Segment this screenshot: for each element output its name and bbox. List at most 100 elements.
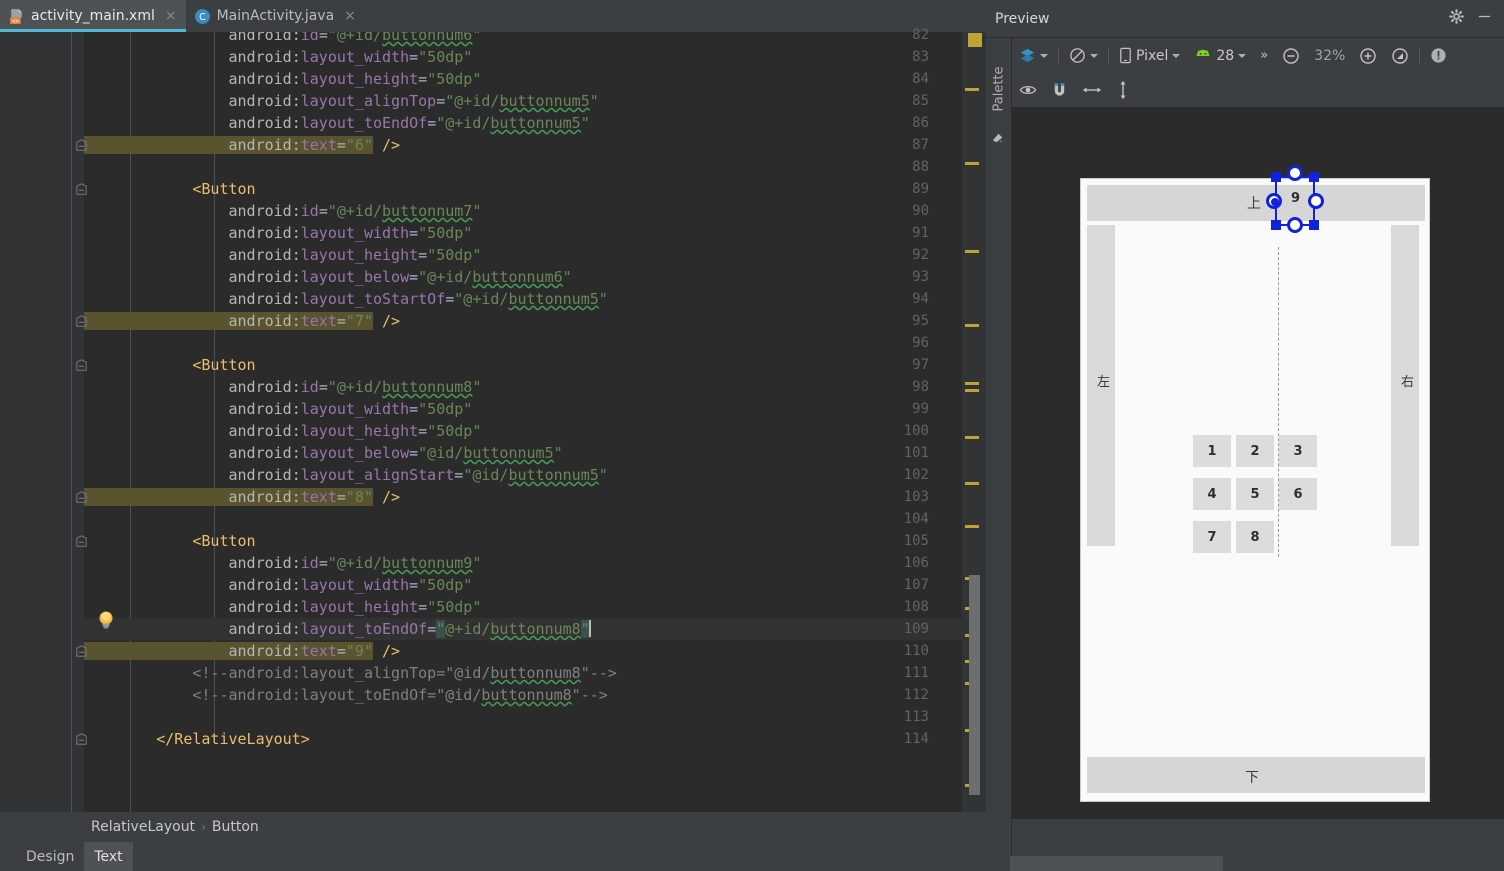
autoconnect-button[interactable] bbox=[1044, 77, 1075, 103]
preview-button-top[interactable]: 上 bbox=[1247, 193, 1261, 213]
code-line[interactable]: android:layout_toEndOf="@+id/buttonnum8" bbox=[84, 618, 591, 640]
code-line[interactable]: android:layout_height="50dp" bbox=[84, 596, 481, 618]
tab-close-icon[interactable]: × bbox=[344, 8, 356, 24]
code-line[interactable]: android:text="9" /> bbox=[84, 640, 400, 662]
zoom-out-button[interactable] bbox=[1275, 43, 1307, 69]
vertical-margin-button[interactable] bbox=[1109, 77, 1137, 103]
code-line[interactable]: android:layout_toStartOf="@+id/buttonnum… bbox=[84, 288, 607, 310]
warning-marker[interactable] bbox=[965, 525, 979, 528]
code-line[interactable]: android:layout_width="50dp" bbox=[84, 222, 472, 244]
api-level-selector[interactable]: 28 bbox=[1187, 43, 1253, 69]
preview-button-bottom[interactable]: 下 bbox=[1245, 767, 1259, 787]
palette-label[interactable]: Palette bbox=[992, 52, 1007, 111]
tab-text[interactable]: Text bbox=[84, 842, 133, 871]
code-line[interactable]: android:id="@+id/buttonnum9" bbox=[84, 552, 481, 574]
warning-marker[interactable] bbox=[965, 88, 979, 91]
editor-vertical-scrollbar[interactable] bbox=[969, 575, 980, 795]
fold-marker-icon[interactable] bbox=[76, 134, 89, 156]
warning-marker[interactable] bbox=[965, 436, 979, 439]
zoom-fit-button[interactable] bbox=[1384, 43, 1416, 69]
resize-handle-bottom-right[interactable] bbox=[1309, 220, 1319, 230]
code-line[interactable]: android:layout_height="50dp" bbox=[84, 68, 481, 90]
tab-design[interactable]: Design bbox=[16, 842, 84, 871]
code-line[interactable]: android:layout_toEndOf="@+id/buttonnum5" bbox=[84, 112, 589, 134]
preview-button-4[interactable]: 4 bbox=[1193, 478, 1231, 510]
zoom-in-button[interactable] bbox=[1352, 43, 1384, 69]
resize-handle-bottom-left[interactable] bbox=[1271, 220, 1281, 230]
preview-button-6[interactable]: 6 bbox=[1279, 478, 1317, 510]
device-preview[interactable]: 上 左 右 下 123 456 78 bbox=[1080, 178, 1430, 802]
fold-marker-icon[interactable] bbox=[76, 178, 89, 200]
warning-marker[interactable] bbox=[965, 482, 979, 485]
fold-marker-icon[interactable] bbox=[76, 310, 89, 332]
code-line[interactable]: <!--android:layout_toEndOf="@id/buttonnu… bbox=[84, 684, 607, 706]
palette-rail[interactable]: Palette bbox=[986, 38, 1012, 871]
preview-button-right[interactable]: 右 bbox=[1401, 371, 1414, 390]
constraint-anchor-bottom[interactable] bbox=[1287, 217, 1303, 233]
code-line[interactable]: android:text="7" /> bbox=[84, 310, 400, 332]
resize-handle-top-right[interactable] bbox=[1309, 172, 1319, 182]
preview-button-left[interactable]: 左 bbox=[1097, 371, 1110, 390]
fold-marker-icon[interactable] bbox=[76, 640, 89, 662]
code-line[interactable]: android:layout_alignTop="@+id/buttonnum5… bbox=[84, 90, 598, 112]
code-line[interactable]: </RelativeLayout> bbox=[84, 728, 310, 750]
code-token: : bbox=[291, 224, 301, 242]
intention-bulb-icon[interactable] bbox=[97, 610, 117, 632]
tab-activity-main-xml[interactable]: <> activity_main.xml × bbox=[0, 0, 186, 32]
code-line[interactable]: android:layout_width="50dp" bbox=[84, 46, 472, 68]
preview-button-3[interactable]: 3 bbox=[1279, 435, 1317, 467]
warning-marker[interactable] bbox=[965, 389, 979, 392]
gear-icon[interactable] bbox=[1449, 9, 1464, 28]
code-line[interactable]: android:id="@+id/buttonnum8" bbox=[84, 376, 481, 398]
breadcrumb-child[interactable]: Button bbox=[212, 819, 259, 835]
toolbar-separator bbox=[1108, 46, 1109, 65]
code-line[interactable]: android:text="8" /> bbox=[84, 486, 400, 508]
warning-marker[interactable] bbox=[965, 162, 979, 165]
code-line[interactable]: android:id="@+id/buttonnum7" bbox=[84, 200, 481, 222]
fold-marker-icon[interactable] bbox=[76, 530, 89, 552]
preview-button-2[interactable]: 2 bbox=[1236, 435, 1274, 467]
fold-marker-icon[interactable] bbox=[76, 728, 89, 750]
code-line[interactable]: android:layout_alignStart="@id/buttonnum… bbox=[84, 464, 607, 486]
warning-marker[interactable] bbox=[965, 382, 979, 385]
code-line[interactable]: <!--android:layout_alignTop="@id/buttonn… bbox=[84, 662, 616, 684]
minimize-icon[interactable] bbox=[1477, 9, 1492, 28]
code-line[interactable]: android:layout_width="50dp" bbox=[84, 574, 472, 596]
breadcrumb-parent[interactable]: RelativeLayout bbox=[91, 819, 195, 835]
preview-button-5[interactable]: 5 bbox=[1236, 478, 1274, 510]
code-line[interactable]: android:layout_height="50dp" bbox=[84, 420, 481, 442]
code-line[interactable]: android:text="6" /> bbox=[84, 134, 400, 156]
code-line[interactable]: <Button bbox=[84, 178, 255, 200]
tab-mainactivity-java[interactable]: C MainActivity.java × bbox=[186, 0, 365, 32]
constraint-anchor-left[interactable] bbox=[1266, 193, 1282, 209]
preview-button-7[interactable]: 7 bbox=[1193, 521, 1231, 553]
selection-overlay-button9[interactable]: 9 bbox=[1266, 165, 1324, 233]
orientation-button[interactable] bbox=[1062, 43, 1105, 69]
horizontal-margin-button[interactable] bbox=[1075, 77, 1109, 103]
show-constraints-button[interactable] bbox=[1012, 77, 1044, 103]
code-line[interactable]: <Button bbox=[84, 530, 255, 552]
constraint-anchor-right[interactable] bbox=[1308, 193, 1324, 209]
code-line[interactable]: android:layout_width="50dp" bbox=[84, 398, 472, 420]
design-mode-button[interactable] bbox=[1012, 43, 1055, 69]
warning-marker[interactable] bbox=[965, 324, 979, 327]
constraint-anchor-top[interactable] bbox=[1287, 165, 1303, 181]
code-line[interactable]: android:layout_height="50dp" bbox=[84, 244, 481, 266]
code-line[interactable]: android:layout_below="@+id/buttonnum6" bbox=[84, 266, 571, 288]
tab-close-icon[interactable]: × bbox=[165, 8, 177, 24]
code-line[interactable]: android:id="@+id/buttonnum6" bbox=[84, 32, 481, 46]
overflow-button[interactable]: » bbox=[1253, 43, 1275, 69]
device-selector[interactable]: Pixel bbox=[1112, 43, 1187, 69]
preview-button-8[interactable]: 8 bbox=[1236, 521, 1274, 553]
warning-marker[interactable] bbox=[965, 250, 979, 253]
fold-marker-icon[interactable] bbox=[76, 486, 89, 508]
issues-button[interactable] bbox=[1423, 43, 1454, 69]
code-line[interactable]: <Button bbox=[84, 354, 255, 376]
preview-button-1[interactable]: 1 bbox=[1193, 435, 1231, 467]
resize-handle-top-left[interactable] bbox=[1271, 172, 1281, 182]
inspection-status-indicator[interactable] bbox=[968, 33, 982, 47]
fold-marker-icon[interactable] bbox=[76, 354, 89, 376]
code-editor[interactable]: android:id="@+id/buttonnum6" android:lay… bbox=[84, 32, 986, 812]
code-line[interactable]: android:layout_below="@id/buttonnum5" bbox=[84, 442, 562, 464]
